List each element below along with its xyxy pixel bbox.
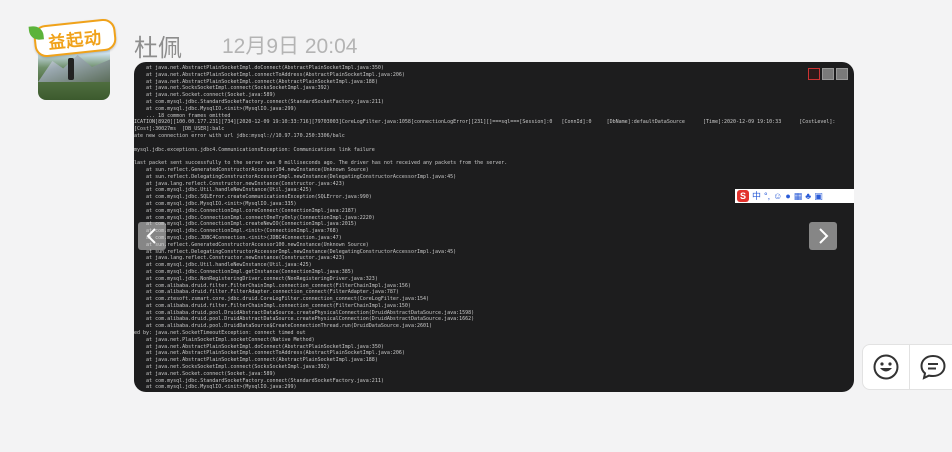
- log-line: at java.net.AbstractPlainSocketImpl.conn…: [134, 78, 378, 85]
- log-line: at java.net.SocksSocketImpl.connect(Sock…: [134, 85, 330, 92]
- log-text: at java.net.AbstractPlainSocketImpl.doCo…: [134, 65, 854, 391]
- log-line: at com.alibaba.druid.pool.DruidDataSourc…: [134, 323, 433, 330]
- log-line: at com.mysql.jdbc.ConnectionImpl.<init>(…: [134, 228, 339, 235]
- log-line: at com.mysql.jdbc.ConnectionImpl.getInst…: [134, 268, 354, 275]
- log-line: at java.lang.reflect.Constructor.newInst…: [134, 180, 345, 187]
- log-line: at com.mysql.jdbc.ConnectionImpl.coreCon…: [134, 207, 357, 214]
- log-line: at com.alibaba.druid.filter.FilterChainI…: [134, 302, 411, 309]
- comment-icon: [920, 354, 946, 380]
- leaf-icon: [28, 25, 44, 41]
- log-line: at sun.reflect.GeneratedConstructorAcces…: [134, 166, 369, 173]
- log-line: at com.mysql.jdbc.ConnectionImpl.connect…: [134, 214, 375, 221]
- log-line: at com.mysql.jdbc.MysqlIO.<init>(MysqlIO…: [134, 384, 297, 391]
- window-minimize-icon: [822, 68, 834, 80]
- message-timestamp: 12月9日 20:04: [222, 35, 358, 58]
- log-line: at java.net.Socket.connect(Socket.java:5…: [134, 92, 276, 99]
- chevron-left-icon: [146, 228, 156, 244]
- emoji-reaction-button[interactable]: [863, 345, 909, 389]
- log-line: at java.lang.reflect.Constructor.newInst…: [134, 255, 345, 262]
- sogou-logo-icon: S: [737, 190, 749, 202]
- avatar-badge-text: 益起动: [47, 27, 104, 54]
- log-line: at java.net.AbstractPlainSocketImpl.conn…: [134, 71, 405, 78]
- log-line: at com.alibaba.druid.pool.DruidAbstractD…: [134, 316, 475, 323]
- log-line: at java.net.PlainSocketImpl.socketConnec…: [134, 336, 315, 343]
- log-line: at com.mysql.jdbc.MysqlIO.<init>(MysqlIO…: [134, 105, 297, 112]
- window-controls: [808, 68, 848, 80]
- reply-button[interactable]: [909, 345, 952, 389]
- window-maximize-icon: [836, 68, 848, 80]
- ime-keyboard-icon: ▦: [793, 191, 803, 201]
- log-line: at sun.reflect.DelegatingConstructorAcce…: [134, 248, 457, 255]
- ime-tools-icon: ▣: [814, 191, 823, 201]
- log-line: at com.mysql.jdbc.JDBC4Connection.<init>…: [134, 234, 342, 241]
- window-close-icon: [808, 68, 820, 80]
- log-line: ICATION]8920][100.00.177.231][734][2020-…: [134, 119, 836, 126]
- log-line: at java.net.AbstractPlainSocketImpl.conn…: [134, 350, 405, 357]
- log-line: at java.net.AbstractPlainSocketImpl.conn…: [134, 357, 378, 364]
- log-line: at com.alibaba.druid.filter.FilterChainI…: [134, 282, 411, 289]
- log-line: ed by: java.net.SocketTimeoutException: …: [134, 330, 306, 337]
- log-line: [Cost]:30027ms [DB_USER]:balc: [134, 126, 225, 133]
- log-line: at com.mysql.jdbc.ConnectionImpl.createN…: [134, 221, 357, 228]
- log-line: at com.mysql.jdbc.Util.handleNewInstance…: [134, 262, 312, 269]
- log-line: at java.net.AbstractPlainSocketImpl.doCo…: [134, 343, 384, 350]
- smiley-icon: [873, 354, 899, 380]
- log-line: at sun.reflect.GeneratedConstructorAcces…: [134, 241, 369, 248]
- log-line: at java.net.AbstractPlainSocketImpl.doCo…: [134, 65, 384, 71]
- sender-name[interactable]: 杜佩: [134, 28, 182, 63]
- log-line: at com.mysql.jdbc.StandardSocketFactory.…: [134, 98, 384, 105]
- log-line: mysql.jdbc.exceptions.jdbc4.Communicatio…: [134, 146, 375, 153]
- log-line: at java.net.Socket.connect(Socket.java:5…: [134, 370, 276, 377]
- previous-image-button[interactable]: [138, 222, 166, 250]
- log-line: at com.mysql.jdbc.StandardSocketFactory.…: [134, 377, 384, 384]
- avatar-figure: [68, 58, 74, 80]
- screenshot-image[interactable]: at java.net.AbstractPlainSocketImpl.doCo…: [134, 62, 854, 392]
- log-line: ate new connection error with url jdbc:m…: [134, 132, 345, 139]
- ime-punct-label: °,: [764, 191, 771, 201]
- log-line: at com.ztesoft.zsmart.core.jdbc.druid.Co…: [134, 296, 430, 303]
- log-line: last packet sent successfully to the ser…: [134, 160, 508, 167]
- next-image-button[interactable]: [809, 222, 837, 250]
- ime-toolbar: S 中 °, ☺ ● ▦ ♣ ▣: [735, 189, 854, 203]
- ime-skin-icon: ♣: [805, 191, 812, 201]
- log-line: at com.alibaba.druid.pool.DruidAbstractD…: [134, 309, 475, 316]
- ime-mode-label: 中: [752, 191, 762, 201]
- ime-emoji-icon: ☺: [773, 191, 783, 201]
- log-line: at java.net.SocksSocketImpl.connect(Sock…: [134, 364, 330, 371]
- log-line: at com.alibaba.druid.filter.FilterAdapte…: [134, 289, 399, 296]
- log-line: ... 18 common frames omitted: [134, 112, 231, 119]
- ime-mic-icon: ●: [785, 191, 791, 201]
- chevron-right-icon: [819, 228, 829, 244]
- message-actions: [862, 344, 952, 390]
- log-line: at com.mysql.jdbc.NonRegisteringDriver.c…: [134, 275, 378, 282]
- log-line: at sun.reflect.DelegatingConstructorAcce…: [134, 173, 457, 180]
